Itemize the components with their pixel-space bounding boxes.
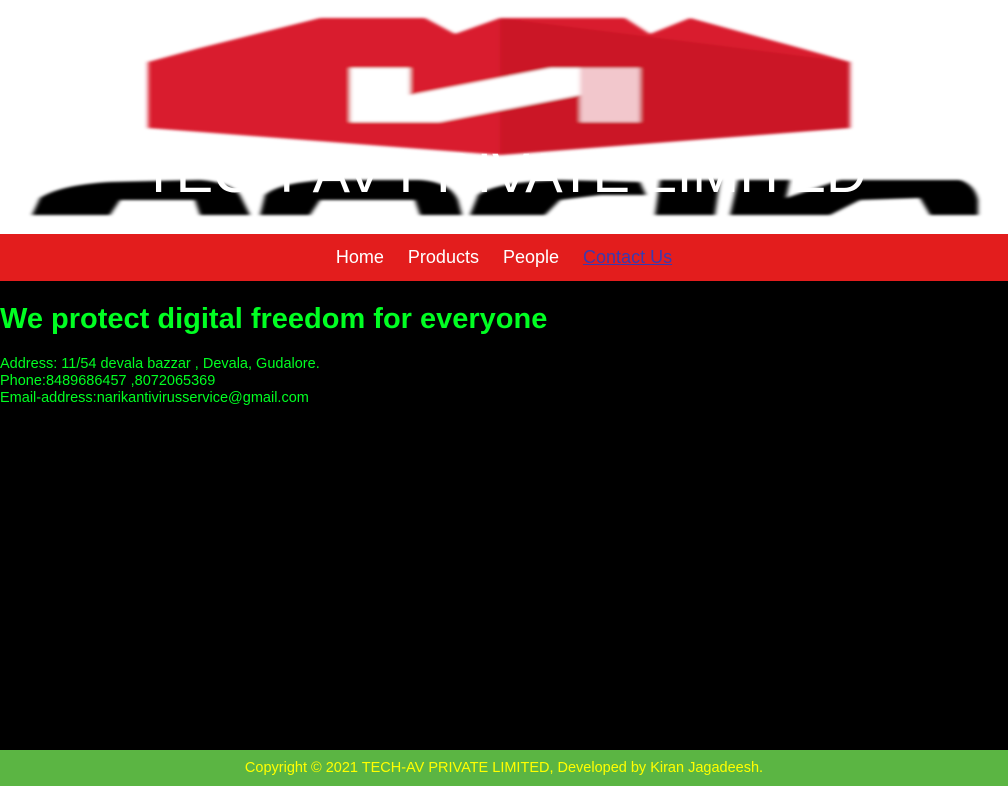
nav-products-link[interactable]: Products <box>408 234 479 281</box>
site-title: TECH-AV PRIVATE LIMITED <box>141 141 867 204</box>
site-header: TECH-AV PRIVATE LIMITED <box>0 0 1008 234</box>
copyright-text: Copyright © 2021 TECH-AV PRIVATE LIMITED… <box>244 760 764 776</box>
nav-home-link[interactable]: Home <box>336 234 384 281</box>
site-footer: Copyright © 2021 TECH-AV PRIVATE LIMITED… <box>0 750 1008 786</box>
phone-text: Phone:8489686457 ,8072065369 <box>0 373 216 389</box>
main-navigation: Home Products People Contact Us <box>0 234 1008 281</box>
nav-people-link[interactable]: People <box>503 234 559 281</box>
address-text: Address: 11/54 devala bazzar , Devala, G… <box>0 356 320 372</box>
contact-content: We protect digital freedom for everyone … <box>0 281 1008 750</box>
nav-contact-us-link[interactable]: Contact Us <box>583 234 672 281</box>
email-text: Email-address:narikantivirusservice@gmai… <box>0 390 309 406</box>
page-headline: We protect digital freedom for everyone <box>0 303 548 335</box>
